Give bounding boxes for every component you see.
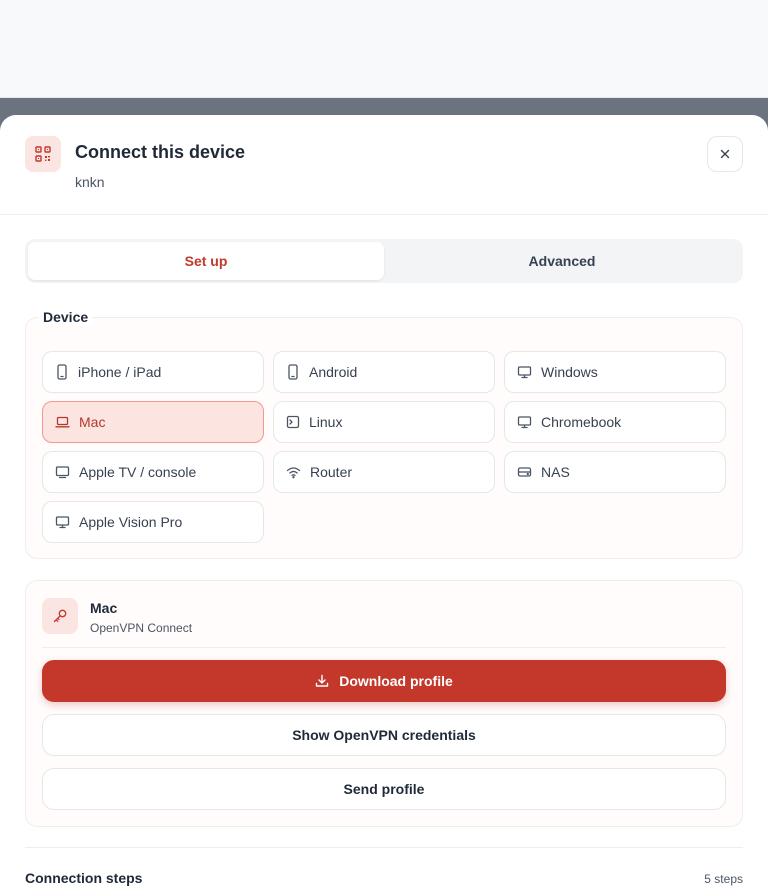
device-option-label: Android: [309, 364, 358, 380]
close-button[interactable]: [707, 136, 743, 172]
device-option-iphone-ipad[interactable]: iPhone / iPad: [42, 351, 264, 393]
tab-set-up[interactable]: Set up: [28, 242, 384, 280]
key-icon: [42, 598, 78, 634]
wifi-icon: [286, 467, 301, 479]
device-option-linux[interactable]: Linux: [273, 401, 495, 443]
send-profile-button[interactable]: Send profile: [42, 768, 726, 810]
profile-device-name: Mac: [90, 600, 118, 616]
hard-drive-icon: [517, 467, 532, 477]
device-option-nas[interactable]: NAS: [504, 451, 726, 493]
profile-panel: Mac OpenVPN Connect Download profile Sho…: [25, 580, 743, 827]
close-icon: [720, 149, 730, 159]
divider: [42, 647, 726, 648]
setup-tabs: Set up Advanced: [25, 239, 743, 283]
terminal-icon: [286, 415, 300, 429]
device-option-apple-vision-pro[interactable]: Apple Vision Pro: [42, 501, 264, 543]
tv-icon: [55, 466, 70, 479]
device-grid: iPhone / iPad Android Windows Mac Linux …: [42, 351, 726, 543]
device-option-label: Apple TV / console: [79, 464, 197, 480]
device-option-windows[interactable]: Windows: [504, 351, 726, 393]
device-option-label: Linux: [309, 414, 343, 430]
device-option-label: Router: [310, 464, 353, 480]
show-credentials-button[interactable]: Show OpenVPN credentials: [42, 714, 726, 756]
qr-code-icon: [25, 136, 61, 172]
device-option-router[interactable]: Router: [273, 451, 495, 493]
device-option-mac[interactable]: Mac: [42, 401, 264, 443]
monitor-icon: [55, 516, 70, 529]
download-profile-label: Download profile: [339, 673, 453, 689]
connection-steps-title[interactable]: Connection steps: [25, 870, 142, 886]
device-option-label: Chromebook: [541, 414, 622, 430]
device-option-label: Windows: [541, 364, 598, 380]
phone-icon: [57, 364, 67, 380]
device-option-label: iPhone / iPad: [78, 364, 162, 380]
app-background: [0, 0, 768, 98]
device-fieldset: Device iPhone / iPad Android Windows Mac…: [25, 309, 743, 559]
device-legend: Device: [39, 309, 93, 325]
phone-icon: [288, 364, 298, 380]
device-option-android[interactable]: Android: [273, 351, 495, 393]
device-option-label: NAS: [541, 464, 570, 480]
divider: [25, 847, 743, 848]
download-profile-button[interactable]: Download profile: [42, 660, 726, 702]
sheet-title: Connect this device: [75, 142, 246, 162]
connect-device-sheet: Connect this device knkn Set up Advanced…: [0, 115, 768, 888]
download-icon: [316, 674, 329, 687]
profile-client-name: OpenVPN Connect: [90, 621, 193, 635]
connection-steps-count: 5 steps: [704, 872, 743, 886]
device-option-label: Apple Vision Pro: [79, 514, 183, 530]
device-option-apple-tv-console[interactable]: Apple TV / console: [42, 451, 264, 493]
monitor-icon: [517, 366, 532, 379]
device-option-chromebook[interactable]: Chromebook: [504, 401, 726, 443]
device-option-label: Mac: [79, 414, 106, 430]
device-name: knkn: [75, 174, 105, 190]
monitor-icon: [517, 416, 532, 429]
tab-advanced[interactable]: Advanced: [384, 242, 740, 280]
laptop-icon: [55, 416, 70, 428]
sheet-header: Connect this device knkn: [0, 115, 768, 215]
